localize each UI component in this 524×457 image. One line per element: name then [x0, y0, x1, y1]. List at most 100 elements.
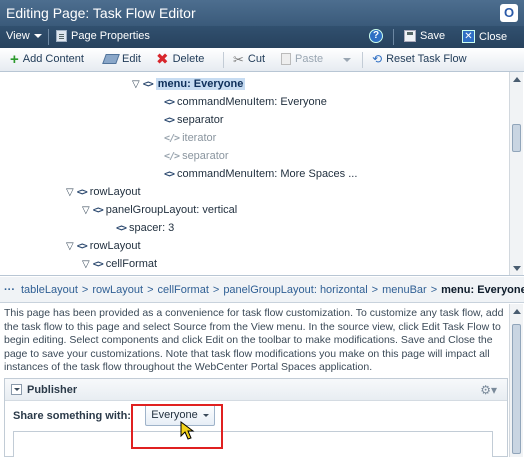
- tree-node-label: iterator: [182, 132, 217, 144]
- component-tree: ▽ <> menu: Everyone <> commandMenuItem: …: [0, 72, 524, 276]
- tree-node-label: rowLayout: [89, 186, 141, 198]
- chevron-down-icon: [33, 34, 42, 38]
- breadcrumb-separator: >: [430, 283, 438, 296]
- save-label: Save: [420, 30, 446, 42]
- component-icon: <>: [164, 168, 175, 180]
- breadcrumb-current: menu: Everyone: [441, 283, 524, 296]
- tree-node[interactable]: ▽ <> cellFormat: [82, 258, 157, 270]
- breadcrumb-separator: >: [81, 283, 89, 296]
- tree-node[interactable]: </> separator: [164, 150, 229, 162]
- expand-triangle-icon[interactable]: ▽: [66, 241, 74, 252]
- divider: [48, 29, 49, 45]
- view-menu-button[interactable]: View: [6, 30, 42, 42]
- breadcrumb-ellipsis[interactable]: ···: [4, 284, 15, 296]
- close-button[interactable]: ✕ Close: [462, 30, 507, 43]
- save-button[interactable]: Save: [404, 30, 445, 42]
- reset-icon: ⟲: [372, 51, 383, 66]
- reset-task-flow-label: Reset Task Flow: [386, 53, 467, 65]
- add-content-button[interactable]: + Add Content: [10, 50, 84, 68]
- tree-node-label: separator: [182, 150, 229, 162]
- scrollbar-thumb[interactable]: [512, 124, 521, 152]
- paste-button[interactable]: Paste: [281, 53, 323, 65]
- divider: [362, 52, 363, 68]
- paste-label: Paste: [295, 53, 324, 65]
- component-icon: <>: [92, 258, 104, 270]
- tree-node-label: menu: Everyone: [155, 78, 246, 90]
- tree-node[interactable]: ▽ <> rowLayout: [66, 240, 141, 252]
- edit-icon: [102, 54, 120, 64]
- breadcrumb-item[interactable]: tableLayout: [21, 284, 78, 296]
- action-toolbar: + Add Content Edit ✖ Delete ✂ Cut Paste …: [0, 48, 524, 72]
- page-properties-label: Page Properties: [71, 30, 150, 42]
- header-toolbar: View Page Properties ? Save ✕ Close: [0, 26, 524, 48]
- tree-node-label: commandMenuItem: More Spaces ...: [177, 168, 358, 180]
- expand-triangle-icon[interactable]: ▽: [82, 205, 90, 216]
- edit-label: Edit: [122, 53, 141, 65]
- delete-button[interactable]: ✖ Delete: [156, 50, 204, 68]
- divider: [223, 52, 224, 68]
- page-properties-button[interactable]: Page Properties: [56, 30, 150, 42]
- gear-icon[interactable]: ⚙▾: [480, 383, 497, 397]
- tree-node-label: commandMenuItem: Everyone: [177, 96, 327, 108]
- oracle-logo-icon: O: [500, 4, 518, 22]
- scroll-down-icon[interactable]: [513, 266, 521, 271]
- help-icon: ?: [369, 29, 383, 43]
- component-icon: <>: [142, 78, 154, 90]
- disabled-component-icon: </>: [164, 132, 180, 144]
- tree-node[interactable]: ▽ <> rowLayout: [66, 186, 141, 198]
- close-label: Close: [479, 30, 508, 43]
- component-icon: <>: [116, 222, 127, 234]
- reset-task-flow-button[interactable]: ⟲ Reset Task Flow: [372, 51, 467, 66]
- breadcrumb-item[interactable]: panelGroupLayout: horizontal: [223, 284, 367, 296]
- component-icon: <>: [76, 240, 88, 252]
- scrollbar-thumb[interactable]: [512, 324, 521, 454]
- window-title: Editing Page: Task Flow Editor: [6, 5, 196, 21]
- collapse-icon[interactable]: [11, 384, 22, 395]
- close-icon: ✕: [462, 30, 475, 43]
- info-text: This page has been provided as a conveni…: [0, 304, 510, 373]
- component-icon: <>: [76, 186, 88, 198]
- edit-button[interactable]: Edit: [102, 53, 141, 65]
- publisher-title: Publisher: [27, 384, 78, 396]
- expand-triangle-icon[interactable]: ▽: [132, 79, 140, 90]
- tree-node[interactable]: ▽ <> panelGroupLayout: vertical: [82, 204, 237, 216]
- breadcrumb-item[interactable]: rowLayout: [92, 284, 143, 296]
- publisher-input[interactable]: [13, 431, 493, 457]
- cut-label: Cut: [247, 53, 266, 65]
- paste-options-dropdown[interactable]: [343, 58, 351, 62]
- plus-icon: +: [10, 50, 19, 68]
- component-icon: <>: [92, 204, 104, 216]
- help-button[interactable]: ?: [369, 29, 383, 43]
- expand-triangle-icon[interactable]: ▽: [66, 187, 74, 198]
- component-icon: <>: [164, 114, 175, 126]
- scroll-up-icon[interactable]: [513, 77, 521, 82]
- expand-triangle-icon[interactable]: ▽: [82, 259, 90, 270]
- tree-node[interactable]: ▽ <> menu: Everyone: [132, 78, 246, 90]
- tree-node-label: rowLayout: [89, 240, 141, 252]
- page-properties-icon: [56, 30, 67, 42]
- delete-x-icon: ✖: [156, 50, 169, 68]
- mouse-pointer-icon: [180, 421, 195, 440]
- publisher-panel: Publisher ⚙▾ Share something with: Every…: [4, 378, 508, 457]
- save-icon: [404, 30, 416, 42]
- title-bar: Editing Page: Task Flow Editor O: [0, 0, 524, 26]
- tree-node[interactable]: <> commandMenuItem: Everyone: [164, 96, 327, 108]
- tree-node[interactable]: </> iterator: [164, 132, 216, 144]
- chevron-down-icon: [343, 58, 351, 62]
- breadcrumb-separator: >: [147, 283, 154, 296]
- breadcrumb-item[interactable]: menuBar: [382, 284, 427, 296]
- tree-node[interactable]: <> spacer: 3: [116, 222, 174, 234]
- breadcrumb-separator: >: [371, 283, 379, 296]
- tree-scrollbar[interactable]: [509, 72, 523, 275]
- view-menu-label: View: [6, 30, 30, 42]
- scroll-up-icon[interactable]: [513, 309, 521, 314]
- page-scrollbar[interactable]: [509, 304, 523, 457]
- tree-node[interactable]: <> separator: [164, 114, 224, 126]
- cut-button[interactable]: ✂ Cut: [233, 53, 266, 66]
- breadcrumb: ··· tableLayout > rowLayout > cellFormat…: [0, 277, 524, 303]
- tree-node-label: panelGroupLayout: vertical: [105, 204, 238, 216]
- breadcrumb-item[interactable]: cellFormat: [158, 284, 209, 296]
- add-content-label: Add Content: [22, 53, 84, 65]
- component-icon: <>: [164, 96, 175, 108]
- tree-node[interactable]: <> commandMenuItem: More Spaces ...: [164, 168, 357, 180]
